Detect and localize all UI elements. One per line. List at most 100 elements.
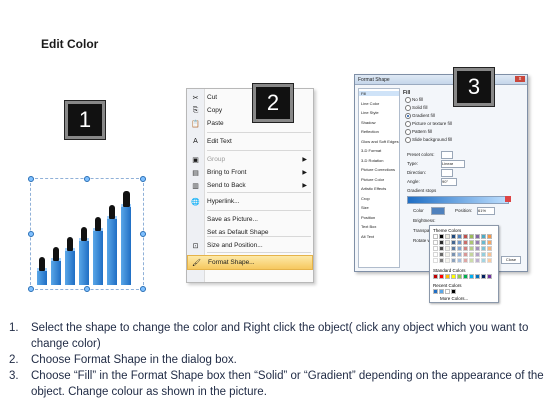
gradient-stops-bar[interactable]	[407, 196, 509, 204]
color-swatch[interactable]	[439, 246, 444, 251]
color-swatch[interactable]	[433, 289, 438, 294]
color-swatch[interactable]	[481, 274, 486, 279]
color-swatch[interactable]	[481, 246, 486, 251]
color-swatch[interactable]	[469, 240, 474, 245]
color-swatch[interactable]	[457, 274, 462, 279]
menu-item[interactable]: ⊡ Size and Position...	[187, 239, 313, 252]
menu-item[interactable]: 📋 Paste	[187, 117, 313, 130]
category-item[interactable]: Fill	[359, 91, 399, 96]
selection-handle[interactable]	[140, 231, 146, 237]
menu-item[interactable]: 🌐 Hyperlink...	[187, 195, 313, 208]
color-swatch[interactable]	[487, 240, 492, 245]
menu-item[interactable]: 🖌 Format Shape...	[187, 255, 313, 270]
color-swatch[interactable]	[487, 252, 492, 257]
color-swatch[interactable]	[463, 258, 468, 263]
color-swatch[interactable]	[433, 234, 438, 239]
color-swatch[interactable]	[445, 246, 450, 251]
color-swatch[interactable]	[469, 274, 474, 279]
category-item[interactable]: Line Color	[361, 101, 379, 106]
color-swatch[interactable]	[469, 258, 474, 263]
color-swatch[interactable]	[439, 252, 444, 257]
selection-handle[interactable]	[28, 176, 34, 182]
color-swatch[interactable]	[475, 274, 480, 279]
menu-item[interactable]: ✂ Cut	[187, 91, 313, 104]
color-swatch[interactable]	[439, 289, 444, 294]
color-swatch[interactable]	[463, 234, 468, 239]
fill-option-radio[interactable]	[405, 137, 411, 143]
color-swatch[interactable]	[439, 240, 444, 245]
color-swatch[interactable]	[445, 258, 450, 263]
color-swatch[interactable]	[433, 246, 438, 251]
color-swatch[interactable]	[475, 246, 480, 251]
selection-handle[interactable]	[28, 231, 34, 237]
category-item[interactable]: 3-D Format	[361, 148, 381, 153]
color-swatch[interactable]	[469, 234, 474, 239]
fill-option-radio[interactable]	[405, 113, 411, 119]
color-swatch[interactable]	[487, 258, 492, 263]
bar-chart-graphic[interactable]	[28, 176, 146, 292]
color-swatch[interactable]	[475, 252, 480, 257]
color-swatch[interactable]	[445, 274, 450, 279]
angle-input[interactable]: 90°	[441, 178, 457, 186]
color-swatch[interactable]	[439, 234, 444, 239]
color-swatch[interactable]	[445, 234, 450, 239]
color-swatch[interactable]	[481, 252, 486, 257]
color-picker-button[interactable]	[431, 207, 445, 215]
selection-handle[interactable]	[84, 286, 90, 292]
color-swatch[interactable]	[463, 274, 468, 279]
color-swatch[interactable]	[481, 258, 486, 263]
menu-item[interactable]: Set as Default Shape	[187, 226, 313, 239]
color-swatch[interactable]	[433, 258, 438, 263]
category-item[interactable]: Artistic Effects	[361, 186, 386, 191]
color-swatch[interactable]	[469, 252, 474, 257]
color-swatch[interactable]	[487, 274, 492, 279]
color-swatch[interactable]	[433, 240, 438, 245]
fill-option-radio[interactable]	[405, 121, 411, 127]
color-swatch[interactable]	[457, 240, 462, 245]
color-swatch[interactable]	[475, 258, 480, 263]
position-input[interactable]: 61%	[477, 207, 495, 215]
close-icon[interactable]: x	[515, 76, 525, 82]
color-swatch[interactable]	[451, 246, 456, 251]
color-swatch[interactable]	[451, 252, 456, 257]
color-swatch[interactable]	[463, 240, 468, 245]
selection-handle[interactable]	[140, 286, 146, 292]
direction-button[interactable]	[441, 169, 453, 177]
selection-handle[interactable]	[28, 286, 34, 292]
category-item[interactable]: Picture Corrections	[361, 167, 395, 172]
color-swatch[interactable]	[457, 246, 462, 251]
close-button[interactable]: Close	[501, 256, 521, 264]
color-swatch[interactable]	[445, 240, 450, 245]
color-swatch[interactable]	[451, 234, 456, 239]
color-swatch[interactable]	[451, 240, 456, 245]
color-swatch[interactable]	[463, 252, 468, 257]
more-colors-link[interactable]: More Colors...	[440, 296, 468, 301]
category-item[interactable]: Reflection	[361, 129, 379, 134]
category-item[interactable]: Text Box	[361, 224, 376, 229]
category-item[interactable]: Size	[361, 205, 369, 210]
preset-colors-button[interactable]	[441, 151, 453, 159]
category-item[interactable]: Position	[361, 215, 375, 220]
color-swatch[interactable]	[487, 234, 492, 239]
color-swatch[interactable]	[475, 234, 480, 239]
fill-option-radio[interactable]	[405, 97, 411, 103]
category-item[interactable]: Line Style	[361, 110, 379, 115]
category-item[interactable]: 3-D Rotation	[361, 158, 383, 163]
color-swatch[interactable]	[457, 252, 462, 257]
menu-item[interactable]: A Edit Text	[187, 135, 313, 148]
type-select[interactable]: Linear	[441, 160, 465, 168]
color-swatch[interactable]	[445, 289, 450, 294]
color-swatch[interactable]	[439, 274, 444, 279]
color-swatch[interactable]	[445, 252, 450, 257]
color-swatch[interactable]	[457, 234, 462, 239]
menu-item[interactable]: ▥ Send to Back ▶	[187, 179, 313, 192]
color-swatch[interactable]	[451, 289, 456, 294]
selection-handle[interactable]	[140, 176, 146, 182]
color-swatch[interactable]	[487, 246, 492, 251]
category-item[interactable]: Shadow	[361, 120, 375, 125]
color-swatch[interactable]	[463, 246, 468, 251]
remove-stop-icon[interactable]	[505, 196, 511, 202]
category-item[interactable]: Picture Color	[361, 177, 384, 182]
menu-item[interactable]: ⎘ Copy	[187, 104, 313, 117]
color-swatch[interactable]	[457, 258, 462, 263]
